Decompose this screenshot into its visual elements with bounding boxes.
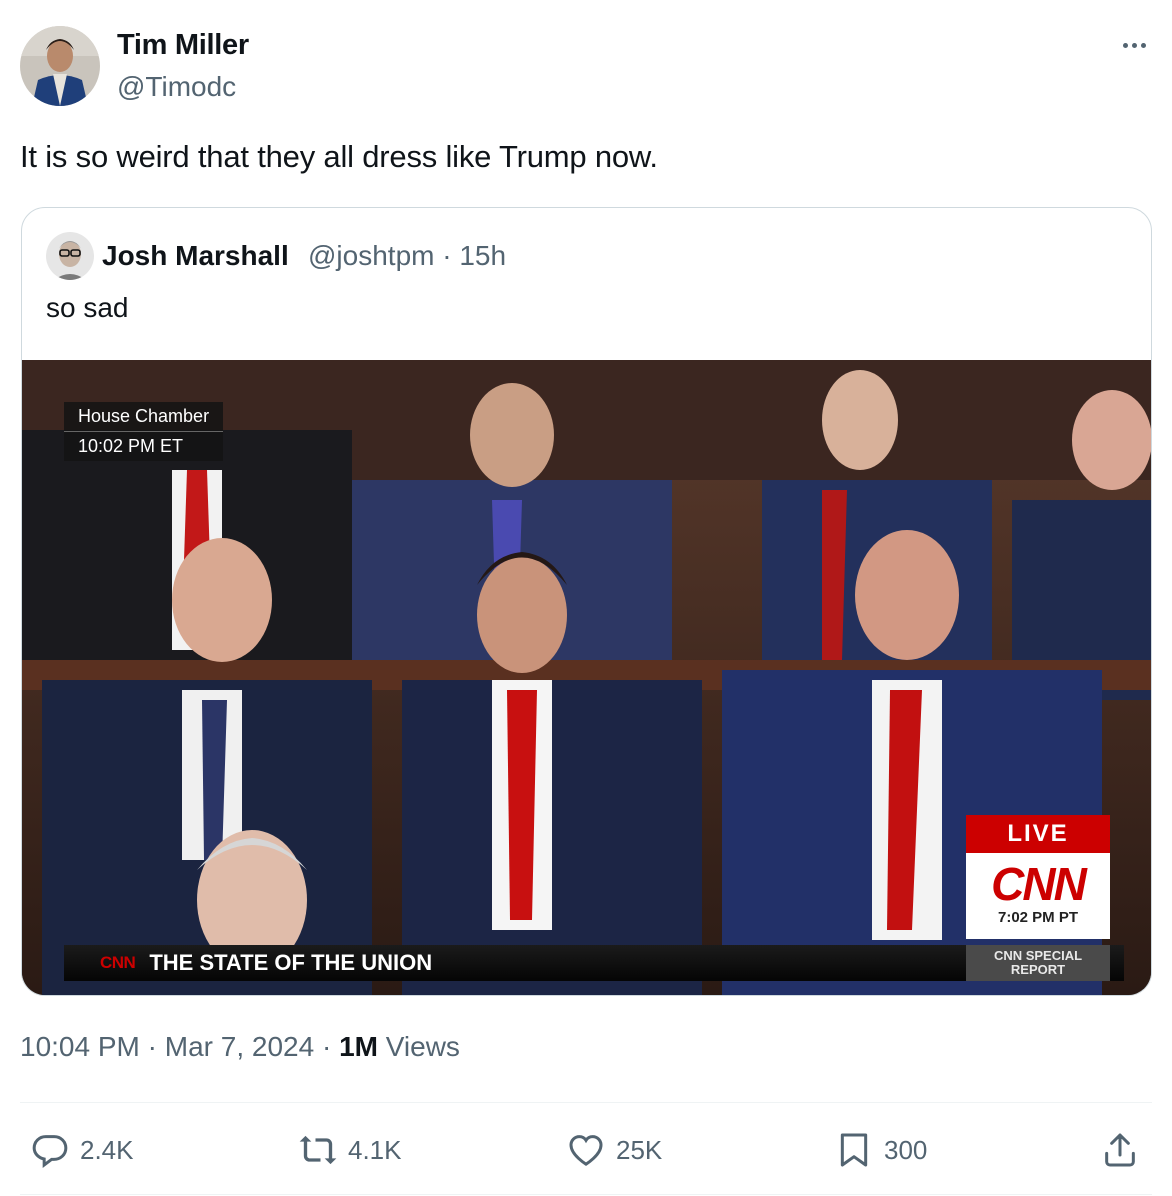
- location-overlay: House Chamber 10:02 PM ET: [64, 402, 224, 461]
- bookmark-count: 300: [884, 1134, 928, 1165]
- location-time: 10:02 PM ET: [78, 436, 184, 456]
- live-bug: LIVE CNN 7:02 PM PT: [966, 815, 1110, 939]
- quote-text: so sad: [46, 292, 129, 323]
- author-name[interactable]: Tim Miller: [117, 29, 249, 62]
- quote-avatar: [46, 232, 94, 280]
- chyron-text: THE STATE OF THE UNION: [149, 950, 433, 975]
- more-icon: [1122, 42, 1128, 48]
- quote-author-name: Josh Marshall: [102, 240, 289, 271]
- live-label: LIVE: [966, 815, 1110, 853]
- author-handle[interactable]: @Timodc: [117, 71, 236, 103]
- reply-count: 2.4K: [80, 1134, 134, 1165]
- repost-icon: [299, 1135, 337, 1165]
- repost-count: 4.1K: [348, 1134, 402, 1165]
- location-label: House Chamber: [64, 402, 224, 432]
- cnn-logo: CNN: [991, 858, 1087, 910]
- share-icon: [1105, 1133, 1135, 1167]
- more-icon-dot: [1140, 42, 1146, 48]
- views-count: 1M: [339, 1031, 378, 1062]
- bookmark-icon: [840, 1133, 868, 1167]
- live-time: 7:02 PM PT: [997, 909, 1079, 926]
- like-icon: [569, 1135, 603, 1166]
- more-options-button[interactable]: [1112, 30, 1156, 60]
- special-line-1: CNN SPECIAL: [993, 948, 1083, 963]
- tweet-time[interactable]: 10:04 PM: [20, 1031, 140, 1062]
- chyron-logo: CNN: [100, 953, 136, 972]
- tweet-text: It is so weird that they all dress like …: [20, 139, 658, 174]
- divider: [20, 1102, 1152, 1103]
- share-button[interactable]: [1100, 1128, 1140, 1172]
- quote-media-image[interactable]: House Chamber 10:02 PM ET CNN THE STATE …: [22, 360, 1151, 995]
- views-label: Views: [385, 1031, 460, 1062]
- repost-button[interactable]: 4.1K: [298, 1128, 402, 1172]
- tweet-meta: 10:04 PM · Mar 7, 2024 · 1M Views: [20, 1031, 460, 1062]
- author-avatar[interactable]: [20, 26, 100, 106]
- divider-bottom: [20, 1194, 1152, 1195]
- special-report-label: CNN SPECIAL REPORT: [966, 945, 1110, 981]
- like-button[interactable]: 25K: [566, 1128, 662, 1172]
- more-icon-dot: [1131, 42, 1137, 48]
- tweet-date[interactable]: Mar 7, 2024: [165, 1031, 314, 1062]
- quote-author-handle-time: @joshtpm · 15h: [308, 240, 507, 271]
- reply-icon: [32, 1135, 68, 1169]
- special-line-2: REPORT: [1010, 962, 1066, 977]
- news-chyron: CNN THE STATE OF THE UNION: [64, 945, 1124, 981]
- bookmark-button[interactable]: 300: [834, 1128, 927, 1172]
- reply-button[interactable]: 2.4K: [30, 1128, 134, 1172]
- like-count: 25K: [616, 1134, 663, 1165]
- quoted-tweet[interactable]: Josh Marshall @joshtpm · 15h so sad Hous…: [21, 207, 1152, 996]
